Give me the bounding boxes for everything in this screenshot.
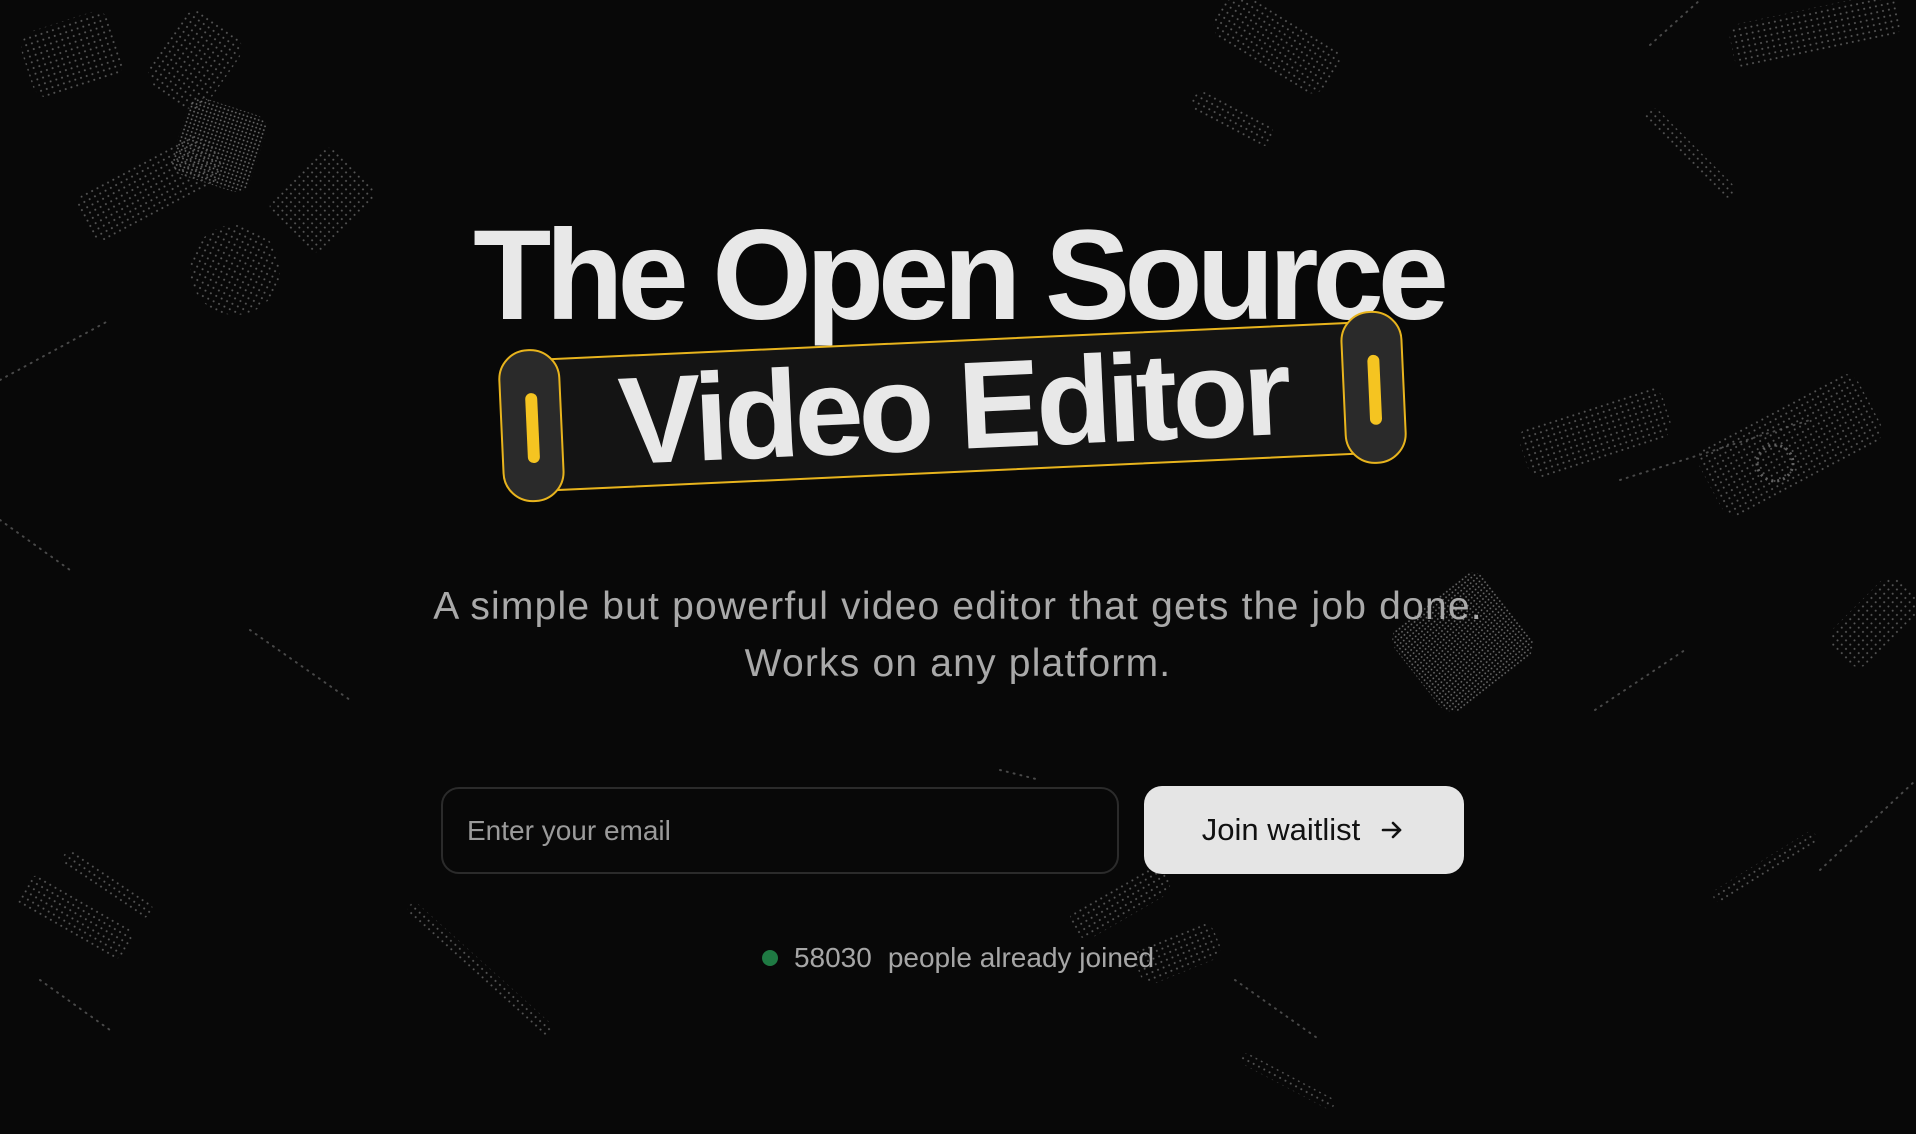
subtitle-line-2: Works on any platform. xyxy=(744,642,1172,685)
joined-status: 58030 people already joined xyxy=(0,941,1916,975)
join-waitlist-label: Join waitlist xyxy=(1201,812,1361,847)
right-grip-icon xyxy=(1367,354,1383,426)
landing-page: The Open Source Video Editor A simple bu… xyxy=(0,0,1916,1134)
left-grip-icon xyxy=(524,392,541,464)
page-title: The Open Source xyxy=(473,204,1449,347)
arrow-right-icon xyxy=(1381,821,1402,839)
join-waitlist-button[interactable]: Join waitlist xyxy=(1144,786,1464,874)
hero-subtitle: A simple but powerful video editor that … xyxy=(0,578,1916,692)
status-dot-icon xyxy=(761,950,778,966)
hero-section: The Open Source Video Editor A simple bu… xyxy=(0,0,1916,1134)
right-clip-handle xyxy=(1339,309,1409,466)
email-input[interactable] xyxy=(441,787,1119,874)
left-clip-handle xyxy=(496,347,566,504)
joined-count: 58030 xyxy=(793,942,872,973)
joined-text: people already joined xyxy=(887,942,1155,973)
subtitle-line-1: A simple but powerful video editor that … xyxy=(433,585,1483,628)
